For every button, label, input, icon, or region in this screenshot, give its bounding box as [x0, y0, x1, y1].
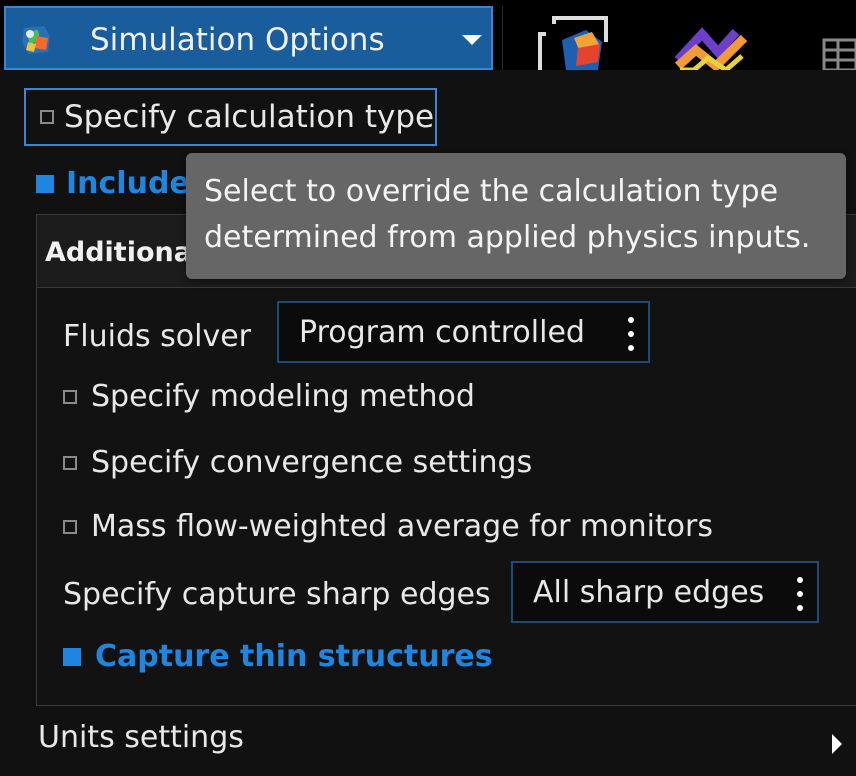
capture-sharp-edges-label: Specify capture sharp edges [63, 577, 491, 612]
fluids-solver-value: Program controlled [299, 314, 585, 350]
additional-settings-section: Additiona Fluids solver Program controll… [36, 214, 856, 706]
table-icon[interactable] [818, 26, 856, 70]
capture-sharp-edges-select[interactable]: All sharp edges [511, 561, 819, 623]
checkbox-unchecked[interactable] [63, 389, 77, 404]
checkbox-unchecked[interactable] [63, 455, 77, 470]
chevron-down-icon [462, 35, 482, 45]
more-options-icon [797, 577, 803, 611]
units-settings-label: Units settings [38, 720, 244, 755]
specify-convergence-settings-label: Specify convergence settings [91, 445, 533, 480]
tooltip-line-2: determined from applied physics inputs. [204, 220, 811, 255]
specify-convergence-settings-checkbox[interactable]: Specify convergence settings [63, 445, 532, 480]
tooltip-line-1: Select to override the calculation type [204, 174, 779, 209]
app-logo-icon [22, 26, 50, 54]
additional-settings-title: Additiona [45, 237, 192, 268]
capture-thin-structures-checkbox[interactable]: Capture thin structures [63, 639, 493, 674]
fluids-solver-select[interactable]: Program controlled [277, 301, 650, 363]
checkbox-unchecked[interactable] [40, 110, 54, 124]
capture-thin-structures-label: Capture thin structures [95, 639, 493, 674]
tooltip: Select to override the calculation type … [186, 153, 846, 279]
units-settings-row[interactable]: Units settings [0, 708, 856, 776]
specify-calculation-type-label: Specify calculation type [64, 99, 435, 135]
geometry-icon[interactable] [532, 12, 616, 70]
simulation-options-dropdown[interactable]: Simulation Options [4, 6, 493, 70]
chevron-right-icon [832, 734, 842, 754]
checkbox-unchecked[interactable] [63, 519, 77, 534]
specify-modeling-method-label: Specify modeling method [91, 379, 475, 414]
toolbar-divider [502, 6, 503, 70]
mass-flow-weighted-average-checkbox[interactable]: Mass flow-weighted average for monitors [63, 509, 713, 544]
specify-modeling-method-checkbox[interactable]: Specify modeling method [63, 379, 475, 414]
mass-flow-weighted-average-label: Mass flow-weighted average for monitors [91, 509, 714, 544]
include-checkbox[interactable]: Include [36, 166, 190, 201]
simulation-options-label: Simulation Options [90, 22, 385, 58]
capture-sharp-edges-value: All sharp edges [533, 574, 765, 610]
specify-calculation-type-checkbox[interactable]: Specify calculation type [24, 88, 437, 146]
checkbox-checked[interactable] [36, 174, 54, 193]
fluids-solver-label: Fluids solver [63, 319, 252, 354]
more-options-icon [628, 317, 634, 351]
include-label: Include [66, 166, 190, 201]
toolbar: Simulation Options [0, 0, 856, 70]
chart-icon[interactable] [672, 22, 750, 70]
checkbox-checked[interactable] [63, 647, 81, 666]
